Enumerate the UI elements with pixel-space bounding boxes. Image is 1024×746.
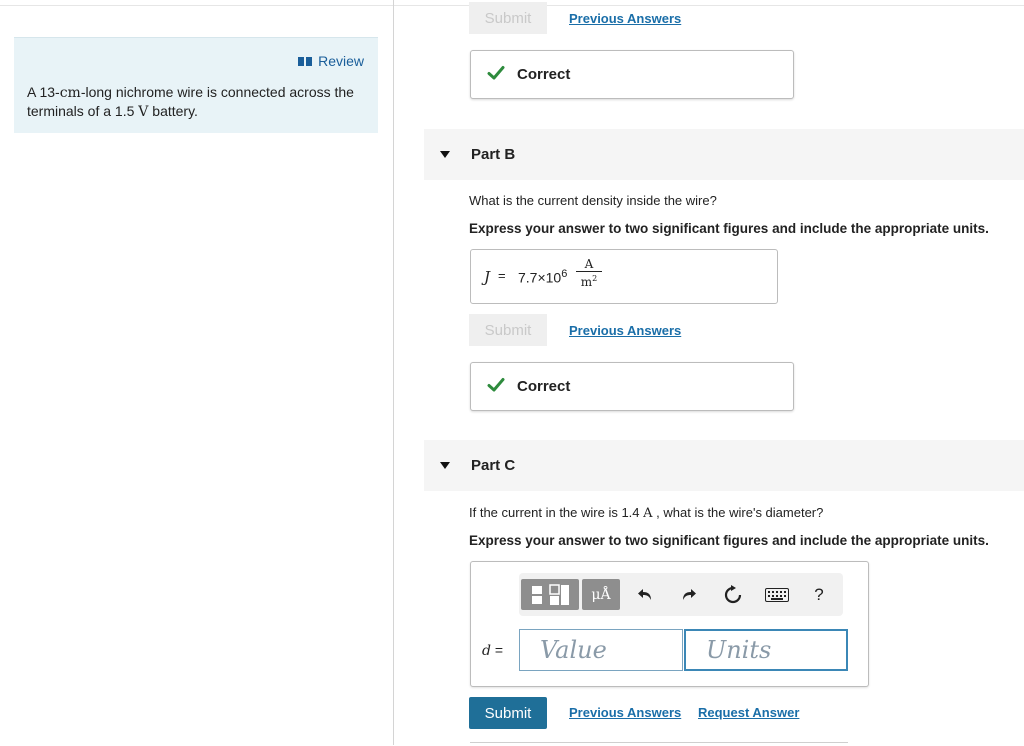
answer-equals: = (498, 268, 506, 283)
units-input[interactable]: Units (684, 629, 848, 671)
part-a-feedback: Correct (470, 50, 794, 99)
part-c-question: If the current in the wire is 1.4 A , wh… (469, 505, 824, 521)
redo-icon (683, 588, 696, 600)
check-icon (487, 66, 505, 80)
part-a-previous-answers-link[interactable]: Previous Answers (569, 11, 681, 26)
collapse-triangle-icon (440, 151, 450, 158)
help-button[interactable]: ? (807, 579, 831, 610)
undo-icon (638, 588, 651, 600)
undo-button[interactable] (634, 579, 658, 610)
review-link-label: Review (318, 53, 364, 69)
check-icon (487, 378, 505, 392)
editor-toolbar: μÅ ? (519, 573, 843, 616)
part-b-previous-answers-link[interactable]: Previous Answers (569, 323, 681, 338)
part-a-submit-button[interactable]: Submit (469, 2, 547, 34)
keyboard-icon (765, 587, 789, 602)
review-panel: Review A 13-cm-long nichrome wire is con… (14, 37, 378, 133)
next-panel-edge (470, 742, 848, 746)
part-b-feedback: Correct (470, 362, 794, 411)
part-c-submit-button[interactable]: Submit (469, 697, 547, 729)
answer-value: 7.7×106 (518, 268, 568, 286)
answer-variable-label: d = (482, 642, 504, 659)
units-button[interactable]: μÅ (582, 579, 620, 610)
book-icon (298, 56, 313, 66)
review-link[interactable]: Review (298, 53, 364, 69)
part-b-header[interactable]: Part B (424, 129, 1024, 180)
part-c-header[interactable]: Part C (424, 440, 1024, 491)
keyboard-button[interactable] (763, 579, 791, 610)
templates-icon (532, 583, 569, 605)
reset-button[interactable] (721, 579, 745, 610)
part-c-title: Part C (471, 457, 516, 474)
request-answer-link[interactable]: Request Answer (698, 705, 799, 720)
value-input[interactable]: Value (519, 629, 683, 671)
part-b-title: Part B (471, 146, 516, 163)
reset-icon (724, 584, 742, 603)
templates-button[interactable] (521, 579, 579, 610)
part-c-previous-answers-link[interactable]: Previous Answers (569, 705, 681, 720)
problem-statement: A 13-cm-long nichrome wire is connected … (27, 84, 354, 120)
collapse-triangle-icon (440, 462, 450, 469)
answer-editor: μÅ ? d = Value Units (470, 561, 869, 687)
answer-unit: A m2 (576, 258, 602, 289)
feedback-label: Correct (517, 66, 571, 83)
redo-button[interactable] (676, 579, 700, 610)
part-c-instruction: Express your answer to two significant f… (469, 533, 989, 548)
answer-variable: J (484, 268, 491, 286)
feedback-label: Correct (517, 378, 571, 395)
part-b-question: What is the current density inside the w… (469, 193, 717, 208)
part-b-instruction: Express your answer to two significant f… (469, 221, 989, 236)
column-divider (393, 0, 394, 745)
part-b-answer: J = 7.7×106 A m2 (470, 249, 778, 304)
part-b-submit-button[interactable]: Submit (469, 314, 547, 346)
